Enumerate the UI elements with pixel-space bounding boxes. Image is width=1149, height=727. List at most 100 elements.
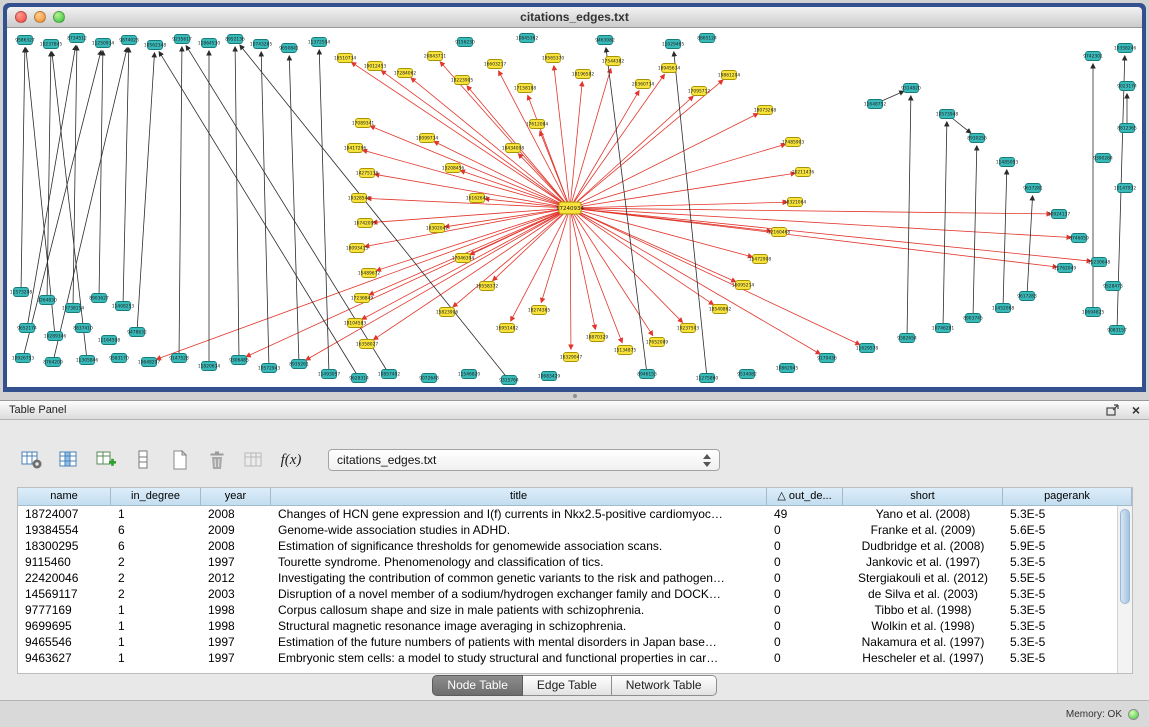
tab-network-table[interactable]: Network Table xyxy=(612,675,717,696)
graph-node[interactable]: 19565370 xyxy=(542,54,565,63)
graph-node[interactable]: 11452068 xyxy=(992,304,1015,313)
create-column-icon[interactable] xyxy=(94,448,118,472)
graph-node[interactable]: 10562348 xyxy=(144,41,167,50)
graph-node[interactable]: 15472908 xyxy=(749,255,772,264)
graph-node[interactable]: 19104583 xyxy=(344,319,367,328)
graph-node[interactable]: 11820634 xyxy=(198,362,221,371)
graph-node[interactable]: 11493057 xyxy=(318,370,341,379)
graph-node[interactable]: 10694825 xyxy=(1082,308,1105,317)
graph-node[interactable]: 14275138 xyxy=(356,169,379,178)
graph-node[interactable]: 11485093 xyxy=(996,158,1019,167)
graph-node[interactable]: 11029465 xyxy=(662,40,685,49)
delete-table-icon[interactable] xyxy=(205,448,229,472)
graph-node[interactable]: 11164508 xyxy=(98,336,121,345)
table-row[interactable]: 977716911998Corpus callosum shape and si… xyxy=(18,602,1132,618)
delete-rows-icon[interactable] xyxy=(131,448,155,472)
graph-node[interactable]: 17046394 xyxy=(452,254,475,263)
graph-node[interactable]: 17240934 xyxy=(556,202,584,214)
graph-node[interactable]: 8746059 xyxy=(1069,234,1089,243)
graph-node[interactable]: 17089341 xyxy=(352,119,375,128)
graph-node[interactable]: 9382654 xyxy=(897,334,917,343)
panel-splitter[interactable] xyxy=(0,392,1149,400)
table-selector-dropdown[interactable]: citations_edges.txt xyxy=(328,449,720,471)
graph-node[interactable]: 20843711 xyxy=(424,52,447,61)
column-header-year[interactable]: year xyxy=(201,488,271,506)
graph-node[interactable]: 18223905 xyxy=(451,76,474,85)
graph-node[interactable]: 19237503 xyxy=(677,324,700,333)
graph-node[interactable]: 9650841 xyxy=(279,44,299,53)
graph-node[interactable]: 10743265 xyxy=(250,40,273,49)
function-builder-button[interactable]: f(x) xyxy=(279,448,303,472)
graph-node[interactable]: 16162645 xyxy=(466,194,489,203)
graph-node[interactable]: 15489672 xyxy=(358,269,381,278)
graph-node[interactable]: 8952136 xyxy=(225,35,245,44)
graph-node[interactable]: 17284062 xyxy=(394,69,417,78)
column-header-pagerank[interactable]: pagerank xyxy=(1003,488,1132,506)
graph-node[interactable]: 18417296 xyxy=(344,144,367,153)
graph-node[interactable]: 10862945 xyxy=(776,364,799,373)
graph-node[interactable]: 10746281 xyxy=(932,324,955,333)
graph-node[interactable]: 16358027 xyxy=(356,340,379,349)
graph-node[interactable]: 11573208 xyxy=(10,288,33,297)
graph-node[interactable]: 11275860 xyxy=(696,374,719,383)
graph-node[interactable]: 18093415 xyxy=(346,244,369,253)
network-canvas[interactable]: 1724093418510734190124531728406220843711… xyxy=(7,28,1142,387)
graph-node[interactable]: 9147528 xyxy=(169,354,189,363)
graph-node[interactable]: 15823906 xyxy=(436,308,459,317)
graph-node[interactable]: 10683429 xyxy=(538,372,561,381)
graph-node[interactable]: 11629578 xyxy=(856,344,879,353)
column-header-short[interactable]: short xyxy=(843,488,1003,506)
graph-node[interactable]: 11762049 xyxy=(1054,264,1077,273)
graph-node[interactable]: 18073268 xyxy=(754,106,777,115)
float-panel-icon[interactable] xyxy=(1106,404,1120,416)
graph-node[interactable]: 9306485 xyxy=(229,356,249,365)
graph-node[interactable]: 18510734 xyxy=(334,54,357,63)
table-row[interactable]: 946362711997Embryonic stem cells: a mode… xyxy=(18,650,1132,666)
table-row[interactable]: 1872400712008Changes of HCN gene express… xyxy=(18,506,1132,522)
graph-node[interactable]: 10289346 xyxy=(44,332,67,341)
graph-node[interactable]: 9478632 xyxy=(127,328,147,337)
import-table-icon[interactable] xyxy=(242,448,266,472)
graph-node[interactable]: 10924137 xyxy=(1048,210,1071,219)
graph-node[interactable]: 17652089 xyxy=(646,338,669,347)
window-titlebar[interactable]: citations_edges.txt xyxy=(7,7,1142,28)
table-row[interactable]: 946554611997Estimation of the future num… xyxy=(18,634,1132,650)
graph-node[interactable]: 9637281 xyxy=(1023,184,1043,193)
graph-node[interactable]: 18099734 xyxy=(416,134,439,143)
graph-node[interactable]: 8903745 xyxy=(963,314,983,323)
graph-node[interactable]: 9534082 xyxy=(737,370,757,379)
graph-node[interactable]: 17485903 xyxy=(782,138,805,147)
graph-node[interactable]: 8946153 xyxy=(637,370,657,379)
graph-node[interactable]: 8903627 xyxy=(89,294,109,303)
minimize-window-icon[interactable] xyxy=(34,11,46,23)
graph-node[interactable]: 11305846 xyxy=(76,356,99,365)
graph-node[interactable]: 9528473 xyxy=(1103,282,1123,291)
graph-node[interactable]: 17095712 xyxy=(688,87,711,96)
graph-node[interactable]: 8837410 xyxy=(73,324,93,333)
graph-node[interactable]: 10857402 xyxy=(378,370,401,379)
graph-node[interactable]: 18434098 xyxy=(502,144,525,153)
graph-node[interactable]: 10573948 xyxy=(936,110,959,119)
table-row[interactable]: 2242004622012Investigating the contribut… xyxy=(18,570,1132,586)
column-header-in_degree[interactable]: in_degree xyxy=(111,488,201,506)
graph-node[interactable]: 20360734 xyxy=(632,80,655,89)
graph-node[interactable]: 11230648 xyxy=(1088,258,1111,267)
graph-node[interactable]: 16095214 xyxy=(732,281,755,290)
graph-node[interactable]: 16742093 xyxy=(354,219,377,228)
graph-node[interactable]: 10147932 xyxy=(1114,184,1137,193)
graph-node[interactable]: 20211476 xyxy=(792,168,815,177)
graph-node[interactable]: 15134875 xyxy=(614,346,637,355)
graph-node[interactable]: 16603217 xyxy=(484,60,507,69)
graph-node[interactable]: 10358246 xyxy=(1114,44,1137,53)
close-window-icon[interactable] xyxy=(15,11,27,23)
table-row[interactable]: 1830029562008Estimation of significance … xyxy=(18,538,1132,554)
graph-node[interactable]: 8935261 xyxy=(289,360,309,369)
graph-node[interactable]: 9586327 xyxy=(15,36,35,45)
tab-node-table[interactable]: Node Table xyxy=(432,675,523,696)
graph-node[interactable]: 19328540 xyxy=(348,194,371,203)
graph-node[interactable]: 11546820 xyxy=(458,370,481,379)
graph-node[interactable]: 11372594 xyxy=(308,38,331,47)
graph-node[interactable]: 9235617 xyxy=(172,35,192,44)
graph-node[interactable]: 8734512 xyxy=(67,34,87,43)
graph-node[interactable]: 18540862 xyxy=(709,305,732,314)
